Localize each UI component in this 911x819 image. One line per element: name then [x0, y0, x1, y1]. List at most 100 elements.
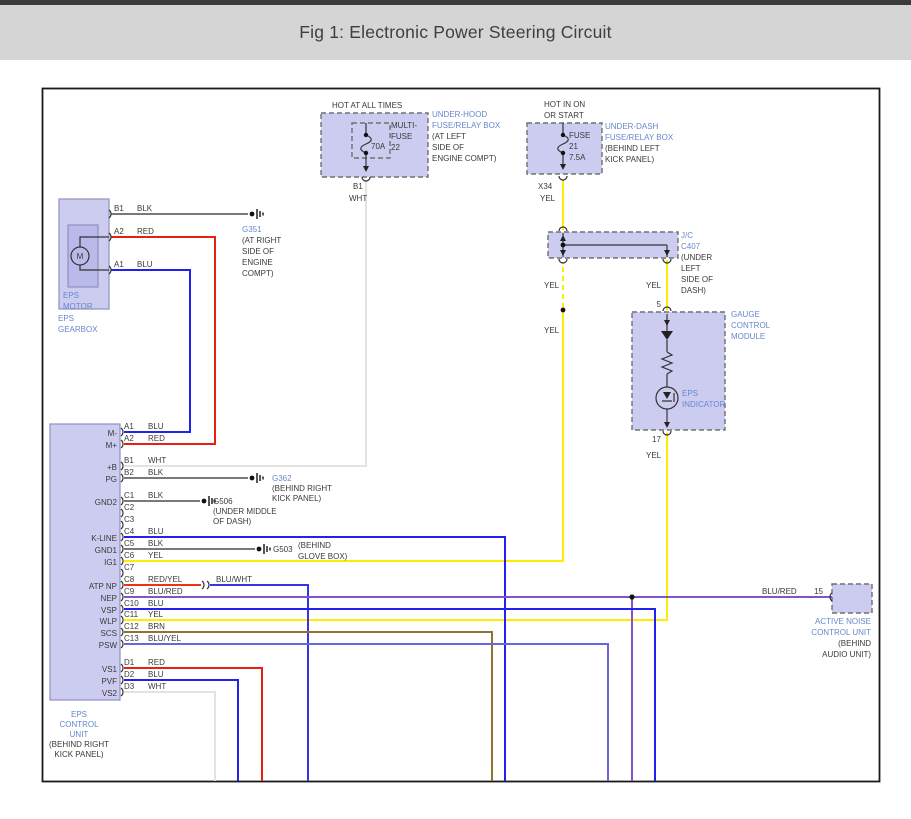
eps-unit-loc: (BEHIND RIGHT: [49, 740, 109, 749]
pin-name: K-LINE: [91, 534, 117, 543]
yel-wire-label: YEL: [646, 451, 662, 460]
g506-loc: (UNDER MIDDLE: [213, 507, 277, 516]
multi-fuse-label: MULTI-: [391, 121, 417, 130]
pin-id: C2: [124, 503, 135, 512]
pin-id: C12: [124, 622, 139, 631]
pin-name: WLP: [100, 617, 117, 626]
anc-loc: AUDIO UNIT): [822, 650, 871, 659]
ground-symbol-g503: [256, 544, 271, 554]
pin-name: PVF: [101, 677, 117, 686]
wire-color-label: BLK: [148, 491, 164, 500]
pin-id: A2: [124, 434, 134, 443]
g351-loc: COMPT): [242, 269, 274, 278]
wire-bluwht-atpnp: [210, 584, 309, 781]
wiring-diagram: M HOT AT ALL TIMES MULTI- FUSE 22 70A B1…: [41, 87, 881, 783]
pin-name: GND1: [95, 546, 118, 555]
eps-indicator-label: EPS: [682, 389, 698, 398]
fuse-21-label: FUSE: [569, 131, 590, 140]
wire-color-label: BLU: [148, 599, 164, 608]
pin-id: C6: [124, 551, 135, 560]
jc-loc: DASH): [681, 286, 706, 295]
fuse-dot: [363, 150, 369, 156]
under-hood-loc: FUSE/RELAY BOX: [432, 121, 501, 130]
pin-15-label: 15: [814, 587, 823, 596]
wire-color-label: BLK: [137, 204, 153, 213]
g503-loc: GLOVE BOX): [298, 552, 348, 561]
wire-color-label: BLU/YEL: [148, 634, 181, 643]
pin-name: SCS: [101, 629, 117, 638]
diagram-border: [41, 87, 881, 783]
under-hood-loc: UNDER-HOOD: [432, 110, 487, 119]
pin-name: +B: [107, 463, 117, 472]
g351-loc: (AT RIGHT: [242, 236, 281, 245]
wire-color-label: BLU: [148, 422, 164, 431]
anc-label: CONTROL UNIT: [811, 628, 871, 637]
anc-label: ACTIVE NOISE: [815, 617, 871, 626]
eps-motor-label: MOTOR: [63, 302, 93, 311]
pin-name: VSP: [101, 606, 117, 615]
eps-unit-loc: KICK PANEL): [54, 750, 104, 759]
g506-label: G506: [213, 497, 233, 506]
wire-color-label: YEL: [148, 610, 164, 619]
wire-yel-wlp-gauge17: [124, 433, 668, 621]
jc-label: C407: [681, 242, 701, 251]
g503-loc: (BEHIND: [298, 541, 331, 550]
wire-color-label: YEL: [148, 551, 164, 560]
under-dash-loc: KICK PANEL): [605, 155, 655, 164]
wire-red-motor: [111, 236, 216, 445]
ground-symbol-g351: [249, 209, 264, 219]
gauge-module-label: GAUGE: [731, 310, 760, 319]
g362-loc: (BEHIND RIGHT: [272, 484, 332, 493]
pin-id: D1: [124, 658, 135, 667]
blured-junction-dot: [629, 594, 635, 600]
pin-id: C7: [124, 563, 135, 572]
motor-m-label: M: [77, 252, 84, 261]
pin-name: M+: [106, 441, 118, 450]
anc-loc: (BEHIND: [838, 639, 871, 648]
wire-bluyel-psw: [124, 643, 609, 781]
wire-color-label: BRN: [148, 622, 165, 631]
eps-unit-label: CONTROL: [59, 720, 99, 729]
blured-wire-label: BLU/RED: [762, 587, 797, 596]
wire-color-label: BLK: [148, 468, 164, 477]
eps-indicator-label: INDICATOR: [682, 400, 725, 409]
wire-color-label: BLU: [137, 260, 153, 269]
pin-name: NEP: [101, 594, 117, 603]
yel-wire-label: YEL: [544, 326, 560, 335]
pin-name: PG: [105, 475, 117, 484]
eps-unit-label: EPS: [71, 710, 87, 719]
multi-fuse-num: 22: [391, 143, 400, 152]
wire-color-label: RED: [148, 434, 165, 443]
eps-unit-pin-arcs: [120, 427, 124, 697]
jc-loc: (UNDER: [681, 253, 712, 262]
pin-id: C10: [124, 599, 139, 608]
fuse-21-amps: 7.5A: [569, 153, 586, 162]
pin-id: D3: [124, 682, 135, 691]
yel-wire-label: YEL: [544, 281, 560, 290]
wire-wht-vs2: [124, 691, 216, 781]
pin-id: C13: [124, 634, 139, 643]
gauge-module-label: CONTROL: [731, 321, 771, 330]
g362-loc: KICK PANEL): [272, 494, 322, 503]
wire-blu-vsp: [124, 608, 656, 781]
under-dash-loc: (BEHIND LEFT: [605, 144, 660, 153]
jc-label: J/C: [681, 231, 693, 240]
pin-label: A2: [114, 227, 124, 236]
active-noise-control-box: [831, 583, 873, 614]
pin-id: C1: [124, 491, 135, 500]
under-hood-loc: SIDE OF: [432, 143, 464, 152]
pin-id: C9: [124, 587, 135, 596]
wire-red-vs1: [124, 667, 263, 781]
wire-color-label: WHT: [148, 682, 166, 691]
wire-color-label: BLU: [148, 527, 164, 536]
pin-name: PSW: [99, 641, 118, 650]
g362-label: G362: [272, 474, 292, 483]
pin-17-label: 17: [652, 435, 661, 444]
hot-in-on-label: OR START: [544, 111, 584, 120]
wire-color-label: BLU/RED: [148, 587, 183, 596]
wire-color-label: RED: [137, 227, 154, 236]
pin-5-label: 5: [657, 300, 662, 309]
wire-blu-motor: [111, 269, 191, 433]
pin-name: M-: [108, 429, 118, 438]
pin-name: VS1: [102, 665, 118, 674]
